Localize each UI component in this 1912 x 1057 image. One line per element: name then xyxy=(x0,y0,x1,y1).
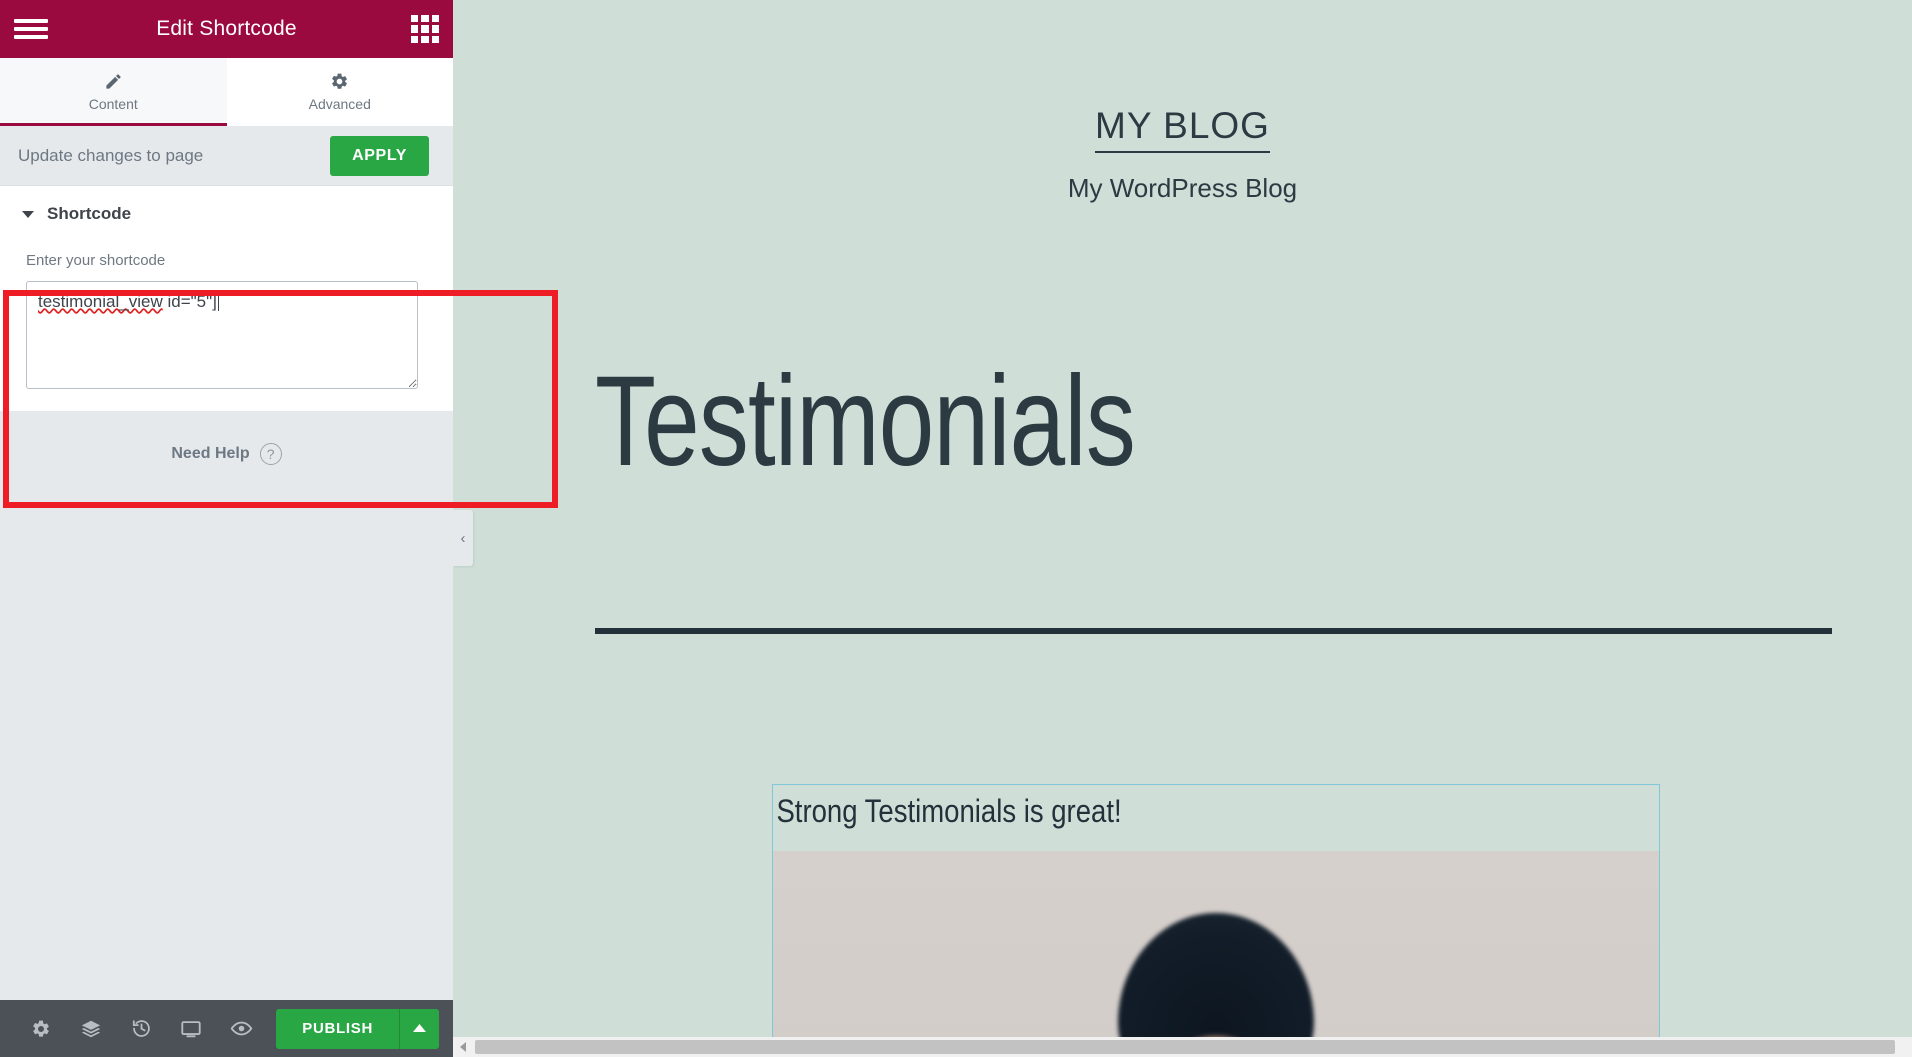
chevron-down-icon xyxy=(22,210,34,218)
hamburger-menu-icon[interactable] xyxy=(14,16,48,42)
publish-button[interactable]: PUBLISH xyxy=(276,1008,399,1049)
apply-bar-label: Update changes to page xyxy=(18,145,204,165)
history-revisions-icon[interactable] xyxy=(116,1009,166,1049)
section-title: Shortcode xyxy=(47,204,132,223)
shortcode-field-label: Enter your shortcode xyxy=(26,252,166,269)
chevron-left-icon: ‹ xyxy=(460,529,466,547)
settings-gear-icon[interactable] xyxy=(16,1009,66,1049)
widgets-grid-icon[interactable] xyxy=(411,15,439,43)
shortcode-control-group: Enter your shortcode testimonial_view id… xyxy=(0,240,453,411)
preview-canvas[interactable]: MY BLOG My WordPress Blog Testimonials S… xyxy=(453,0,1912,1057)
testimonial-title: Strong Testimonials is great! xyxy=(776,793,1122,829)
grid-cell xyxy=(421,25,429,33)
grid-cell xyxy=(421,15,429,23)
grid-cell xyxy=(431,35,439,43)
tab-advanced-label: Advanced xyxy=(308,96,371,112)
site-header: MY BLOG My WordPress Blog xyxy=(453,0,1912,204)
publish-options-dropdown[interactable] xyxy=(399,1008,439,1049)
grid-cell xyxy=(421,35,429,43)
need-help-label: Need Help xyxy=(171,445,250,462)
preview-eye-icon[interactable] xyxy=(216,1009,266,1049)
panel-body: Need Help ? xyxy=(0,411,453,1000)
hamburger-bar xyxy=(14,35,48,39)
site-tagline: My WordPress Blog xyxy=(1067,173,1298,203)
site-title-link[interactable]: MY BLOG xyxy=(1095,105,1270,153)
panel-footer-toolbar: PUBLISH xyxy=(0,1000,453,1057)
gear-icon xyxy=(330,72,349,91)
grid-cell xyxy=(411,35,419,43)
pencil-icon xyxy=(104,72,123,91)
grid-cell xyxy=(431,15,439,23)
page-divider xyxy=(595,628,1832,634)
scrollbar-thumb[interactable] xyxy=(475,1040,1895,1054)
grid-cell xyxy=(411,25,419,33)
grid-cell xyxy=(431,25,439,33)
tab-content-label: Content xyxy=(88,96,138,112)
editor-panel: Edit Shortcode Content Advanced Update c… xyxy=(0,0,453,1057)
page-title: Testimonials xyxy=(595,350,1136,493)
need-help-link[interactable]: Need Help ? xyxy=(0,443,453,465)
scroll-left-arrow-icon[interactable] xyxy=(453,1037,473,1057)
apply-button[interactable]: APPLY xyxy=(330,135,429,176)
panel-collapse-toggle[interactable]: ‹ xyxy=(453,510,473,566)
shortcode-remainder: id="5"] xyxy=(162,292,217,311)
horizontal-scrollbar[interactable] xyxy=(453,1037,1912,1057)
testimonial-photo xyxy=(773,851,1659,1045)
hamburger-bar xyxy=(14,19,48,23)
chevron-up-icon xyxy=(413,1020,426,1038)
tab-advanced[interactable]: Advanced xyxy=(226,58,453,126)
hamburger-bar xyxy=(14,27,48,31)
publish-button-group: PUBLISH xyxy=(276,1008,439,1049)
apply-bar: Update changes to page APPLY xyxy=(0,126,453,186)
panel-header: Edit Shortcode xyxy=(0,0,453,58)
responsive-mode-icon[interactable] xyxy=(166,1009,216,1049)
section-header-shortcode[interactable]: Shortcode xyxy=(0,186,453,240)
portrait-hair xyxy=(1118,913,1314,1045)
question-circle-icon: ? xyxy=(259,443,282,465)
panel-tabs: Content Advanced xyxy=(0,58,453,126)
grid-cell xyxy=(411,15,419,23)
misspelled-token: testimonial_view xyxy=(38,292,163,311)
navigator-layers-icon[interactable] xyxy=(66,1009,116,1049)
text-cursor xyxy=(217,292,219,311)
testimonial-widget[interactable]: Strong Testimonials is great! xyxy=(772,784,1660,1045)
tab-content[interactable]: Content xyxy=(0,58,227,126)
shortcode-textarea[interactable]: testimonial_view id="5"] xyxy=(26,281,418,389)
panel-title: Edit Shortcode xyxy=(156,17,297,40)
